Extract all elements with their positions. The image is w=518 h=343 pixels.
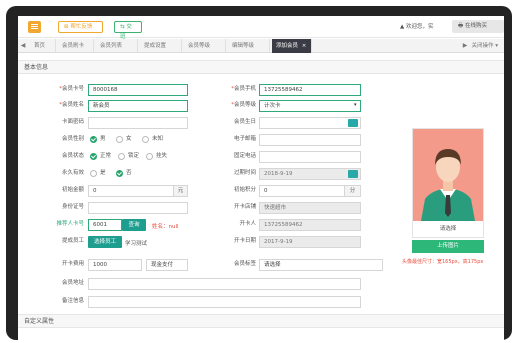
- init-points-label: 初始积分: [233, 187, 256, 193]
- mobile-label: *会员手机: [231, 86, 256, 92]
- status-radio-lost[interactable]: [146, 153, 153, 160]
- gender-radio-unknown[interactable]: [142, 136, 149, 143]
- buy-online-button[interactable]: 🖶 在线购买: [452, 20, 504, 33]
- select-staff-button[interactable]: 选择员工: [88, 236, 122, 248]
- card-pwd-label: 卡面密码: [61, 119, 84, 125]
- open-date-label: 开卡日期: [233, 238, 256, 244]
- level-select[interactable]: 计次卡: [259, 100, 361, 112]
- menu-icon[interactable]: [28, 21, 41, 33]
- card-no-label: *会员卡号: [59, 86, 84, 92]
- status-radio-locked[interactable]: [118, 153, 125, 160]
- gender-unknown-text: 未知: [152, 136, 164, 142]
- permanent-no-text: 否: [126, 170, 132, 176]
- permanent-radio-no[interactable]: [116, 170, 123, 177]
- avatar-select-text: 请选择: [439, 226, 457, 232]
- opener-input: 13725589462: [259, 219, 361, 231]
- expire-label: 过期时间: [233, 170, 256, 176]
- upload-image-button[interactable]: 上传图片: [412, 240, 484, 253]
- payment-select[interactable]: 现金支付: [146, 259, 188, 271]
- query-button[interactable]: 查询: [122, 219, 146, 231]
- card-no-input[interactable]: 8000168: [88, 84, 188, 96]
- tab-scroll-right-icon[interactable]: ▶: [460, 39, 470, 53]
- tab-commission[interactable]: 提成设置: [140, 39, 182, 53]
- fee-label: 开卡费用: [61, 261, 84, 267]
- status-radio-normal[interactable]: [90, 153, 97, 160]
- tab-add-member-label: 添加会员: [276, 43, 299, 49]
- tab-home[interactable]: 首页: [30, 39, 56, 53]
- gender-radio-male[interactable]: [90, 136, 97, 143]
- init-points-input[interactable]: 0: [259, 185, 345, 197]
- avatar-size-hint: 头像最佳尺寸：宽165px，高175px: [402, 259, 484, 265]
- tab-add-member[interactable]: 添加会员 ×: [272, 39, 312, 53]
- email-input[interactable]: [259, 134, 361, 146]
- tab-member-list[interactable]: 会员列表: [96, 39, 138, 53]
- tab-edit-level[interactable]: 编辑等级: [228, 39, 270, 53]
- id-card-input[interactable]: [88, 202, 188, 214]
- device-frame: ⊠ 帮忙反馈 ⇆ 交班 ▲ 欢迎您，实 🖶 在线购买 ◀ 首页 会员刷卡 会员列…: [0, 0, 518, 343]
- birthday-label: 会员生日: [233, 119, 256, 125]
- referrer-label: 推荐人卡号: [56, 221, 84, 227]
- init-amount-label: 初始金额: [61, 187, 84, 193]
- init-amount-input[interactable]: 0: [88, 185, 174, 197]
- level-label: *会员等级: [231, 102, 256, 108]
- tab-scroll-left-icon[interactable]: ◀: [18, 39, 28, 53]
- remark-input[interactable]: [88, 296, 361, 308]
- tags-label: 会员标签: [233, 261, 256, 267]
- points-unit: 分: [344, 185, 361, 197]
- close-actions-menu[interactable]: 关闭操作 ▾: [471, 39, 498, 53]
- app-screen: ⊠ 帮忙反馈 ⇆ 交班 ▲ 欢迎您，实 🖶 在线购买 ◀ 首页 会员刷卡 会员列…: [18, 16, 504, 340]
- birthday-input[interactable]: [259, 117, 361, 129]
- fee-input[interactable]: 1000: [88, 259, 142, 271]
- name-label: *会员姓名: [59, 102, 84, 108]
- shift-handover-button[interactable]: ⇆ 交班: [114, 21, 142, 40]
- opener-label: 开卡人: [239, 221, 256, 227]
- address-input[interactable]: [88, 278, 361, 290]
- id-card-label: 身份证号: [61, 204, 84, 210]
- section-custom-attrs: 自定义属性: [18, 314, 504, 328]
- permanent-radio-yes[interactable]: [90, 170, 97, 177]
- person-avatar-icon: [413, 129, 483, 221]
- phone-input[interactable]: [259, 151, 361, 163]
- status-normal-text: 正常: [100, 153, 112, 159]
- tags-select[interactable]: 请选择: [259, 259, 383, 271]
- staff-value: 学习测试: [125, 241, 148, 247]
- store-label: 开卡店铺: [233, 204, 256, 210]
- status-label: 会员状态: [61, 153, 84, 159]
- calendar-icon[interactable]: [348, 119, 358, 127]
- open-date-input: 2017-9-19: [259, 236, 361, 248]
- staff-label: 提成员工: [61, 238, 84, 244]
- avatar[interactable]: [413, 129, 483, 221]
- tab-member-level[interactable]: 会员等级: [184, 39, 226, 53]
- card-pwd-input[interactable]: [88, 117, 188, 129]
- store-input: 快速超市: [259, 202, 361, 214]
- referrer-input[interactable]: 6001: [88, 219, 122, 231]
- tab-close-icon[interactable]: ×: [302, 43, 307, 49]
- tab-bar: ◀ 首页 会员刷卡 会员列表 提成设置 会员等级 编辑等级 添加会员 × ▶ 关…: [18, 39, 504, 53]
- tab-member-card[interactable]: 会员刷卡: [58, 39, 94, 53]
- calendar-icon[interactable]: [348, 170, 358, 178]
- gender-label: 会员性别: [61, 136, 84, 142]
- referrer-name-note: 姓名：null: [152, 224, 179, 230]
- status-locked-text: 锁定: [128, 153, 140, 159]
- chevron-down-icon: ▾: [354, 102, 357, 108]
- avatar-panel: 请选择: [412, 128, 484, 238]
- email-label: 电子邮箱: [233, 136, 256, 142]
- gender-male-text: 男: [100, 136, 106, 142]
- status-lost-text: 挂失: [156, 153, 168, 159]
- address-label: 会员地址: [61, 280, 84, 286]
- welcome-text: ▲ 欢迎您，实: [400, 24, 434, 30]
- expire-input[interactable]: 2018-9-19: [259, 168, 361, 180]
- feedback-button[interactable]: ⊠ 帮忙反馈: [58, 21, 103, 33]
- section-basic-info: 基本信息: [18, 60, 504, 74]
- phone-label: 固定电话: [233, 153, 256, 159]
- permanent-label: 永久有效: [61, 170, 84, 176]
- mobile-input[interactable]: 13725589462: [259, 84, 361, 96]
- top-bar: ⊠ 帮忙反馈 ⇆ 交班 ▲ 欢迎您，实 🖶 在线购买: [18, 16, 504, 40]
- permanent-yes-text: 是: [100, 170, 106, 176]
- name-input[interactable]: 新会员: [88, 100, 188, 112]
- gender-radio-female[interactable]: [116, 136, 123, 143]
- yuan-unit: 元: [173, 185, 188, 197]
- gender-female-text: 女: [126, 136, 132, 142]
- remark-label: 备注信息: [61, 298, 84, 304]
